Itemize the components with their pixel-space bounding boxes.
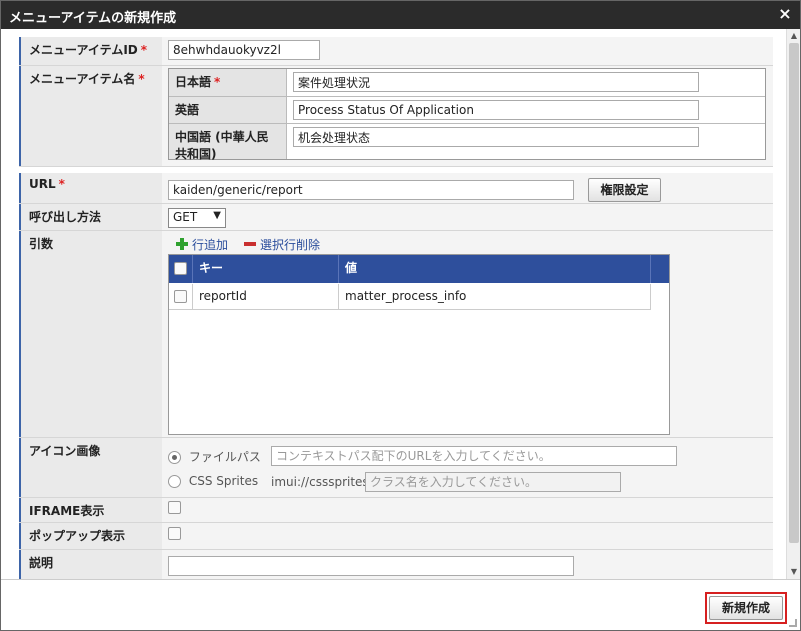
file-path-input[interactable] (271, 446, 677, 466)
delete-selected-rows-link[interactable]: 選択行削除 (244, 236, 320, 253)
icon-image-label: アイコン画像 (19, 438, 162, 497)
css-sprites-prefix: imui://csssprites/ (271, 475, 373, 489)
minus-icon (244, 238, 256, 250)
table-row: reportId matter_process_info (169, 284, 651, 310)
grid-header: キー 値 (169, 255, 669, 283)
item-name-label: メニューアイテム名 * (19, 66, 162, 166)
row-checkbox[interactable] (174, 290, 187, 303)
iframe-label: IFRAME表示 (19, 498, 162, 522)
row-select-cell (169, 284, 193, 310)
css-sprites-label: CSS Sprites (188, 474, 259, 488)
item-id-label: メニューアイテムID * (19, 37, 162, 65)
row-item-name: メニューアイテム名* 日本語* 英語 中国語 (中華人民共和国) (19, 66, 773, 167)
vertical-scrollbar[interactable]: ▲ ▼ (786, 29, 800, 579)
css-sprites-radio[interactable] (168, 475, 181, 488)
scroll-down-icon[interactable]: ▼ (787, 565, 801, 579)
header-value: 値 (339, 255, 651, 283)
row-arguments: 引数 行追加 選択行削除 キー 値 reportId matter_proces… (19, 231, 773, 438)
dialog-footer: 新規作成 (1, 579, 800, 630)
file-path-option[interactable]: ファイルパス (168, 448, 261, 465)
call-method-value-cell: GET ▼ (162, 204, 773, 230)
arguments-grid: キー 値 reportId matter_process_info (168, 254, 670, 435)
required-mark: * (214, 75, 221, 89)
row-call-method: 呼び出し方法 GET ▼ (19, 204, 773, 231)
url-input[interactable] (168, 180, 574, 200)
lang-label-ja: 日本語 * (169, 69, 287, 96)
dialog-title-bar: メニューアイテムの新規作成 × (1, 1, 800, 29)
iframe-value-cell (162, 498, 773, 522)
lang-row-en: 英語 (169, 97, 765, 124)
popup-value-cell (162, 523, 773, 549)
row-iframe: IFRAME表示 (19, 498, 773, 523)
name-input-zh[interactable] (293, 127, 699, 147)
row-key-cell[interactable]: reportId (193, 284, 339, 310)
create-button-highlight: 新規作成 (705, 592, 787, 624)
item-id-value-cell (162, 37, 773, 65)
call-method-selected: GET (173, 210, 198, 224)
required-mark: * (58, 177, 65, 191)
create-button[interactable]: 新規作成 (709, 596, 783, 620)
popup-label: ポップアップ表示 (19, 523, 162, 549)
lang-label-zh: 中国語 (中華人民共和国) (169, 124, 287, 161)
dialog-title: メニューアイテムの新規作成 (9, 11, 177, 26)
permission-settings-button[interactable]: 権限設定 (588, 178, 661, 202)
item-id-input[interactable] (168, 40, 320, 60)
file-path-label: ファイルパス (188, 450, 261, 464)
call-method-label: 呼び出し方法 (19, 204, 162, 230)
form-content: メニューアイテムID* メニューアイテム名* 日本語* 英語 (1, 29, 800, 579)
popup-checkbox[interactable] (168, 527, 181, 540)
resize-grip-icon[interactable] (789, 619, 797, 627)
css-sprites-option[interactable]: CSS Sprites (168, 474, 258, 488)
row-item-id: メニューアイテムID * (19, 37, 773, 66)
arguments-value-cell: 行追加 選択行削除 キー 値 reportId matter_process_i… (162, 231, 773, 437)
scroll-up-icon[interactable]: ▲ (787, 29, 801, 43)
row-description: 説明 (19, 550, 773, 579)
select-all-checkbox[interactable] (174, 262, 187, 275)
description-label: 説明 (19, 550, 162, 579)
css-sprites-class-input[interactable] (365, 472, 621, 492)
required-mark: * (138, 72, 145, 86)
row-popup: ポップアップ表示 (19, 523, 773, 550)
new-menu-item-dialog: メニューアイテムの新規作成 × メニューアイテムID* メニューアイテム名* 日… (0, 0, 801, 631)
description-value-cell (162, 550, 773, 579)
required-mark: * (140, 43, 148, 57)
name-input-ja[interactable] (293, 72, 699, 92)
close-icon[interactable]: × (776, 5, 794, 23)
url-value-cell: 権限設定 (162, 173, 773, 203)
iframe-checkbox[interactable] (168, 501, 181, 514)
icon-image-value-cell: ファイルパス CSS Sprites imui://csssprites/ (162, 438, 773, 497)
plus-icon (176, 238, 188, 250)
scrollbar-thumb[interactable] (789, 43, 799, 543)
item-name-value-cell: 日本語* 英語 中国語 (中華人民共和国) (162, 66, 773, 166)
lang-label-en: 英語 (169, 97, 287, 123)
file-path-radio[interactable] (168, 451, 181, 464)
description-input[interactable] (168, 556, 574, 576)
call-method-select[interactable]: GET ▼ (168, 208, 226, 228)
arguments-label: 引数 (19, 231, 162, 437)
header-select-all-cell (169, 255, 193, 283)
row-url: URL* 権限設定 (19, 173, 773, 204)
url-label: URL * (19, 173, 162, 203)
lang-row-zh: 中国語 (中華人民共和国) (169, 124, 765, 161)
row-value-cell[interactable]: matter_process_info (339, 284, 651, 310)
header-key: キー (193, 255, 339, 283)
name-input-en[interactable] (293, 100, 699, 120)
row-icon-image: アイコン画像 ファイルパス CSS Sprites imui://cssspri… (19, 438, 773, 498)
language-name-table: 日本語* 英語 中国語 (中華人民共和国) (168, 68, 766, 161)
lang-row-ja: 日本語 * (169, 69, 765, 97)
dropdown-arrow-icon: ▼ (213, 210, 221, 221)
add-row-link[interactable]: 行追加 (176, 236, 228, 253)
